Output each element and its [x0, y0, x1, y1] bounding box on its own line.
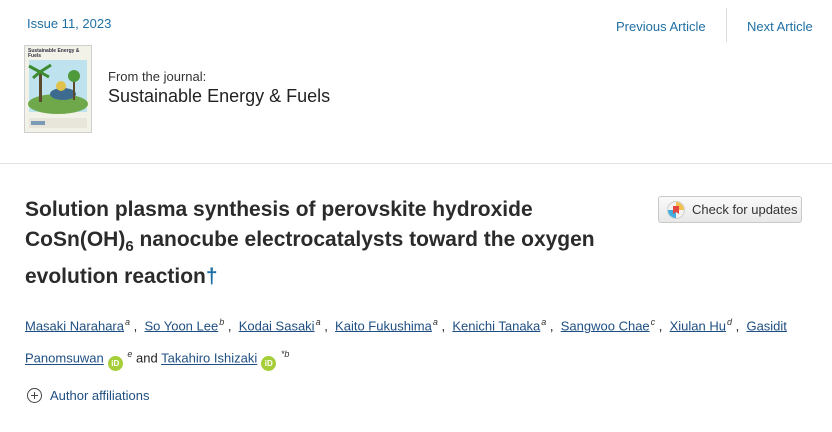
affiliation-marker: a: [541, 317, 547, 327]
plus-circle-icon: [27, 388, 42, 403]
journal-from-label: From the journal:: [108, 69, 207, 84]
header-divider: [0, 163, 832, 164]
and-word: and: [136, 350, 158, 366]
author-link[interactable]: Takahiro Ishizaki: [161, 351, 257, 366]
affiliation-marker: e: [127, 349, 133, 360]
orcid-icon[interactable]: iD: [107, 355, 123, 371]
previous-article-link[interactable]: Previous Article: [616, 19, 706, 34]
article-page: Issue 11, 2023 Previous Article Next Art…: [0, 0, 832, 432]
crossmark-icon: [667, 200, 685, 219]
author-affiliations-label: Author affiliations: [50, 388, 150, 403]
nav-separator: [726, 8, 727, 42]
author-link[interactable]: Sangwoo Chae: [561, 318, 650, 333]
affiliation-marker: b: [219, 317, 225, 327]
author-link[interactable]: Kodai Sasaki: [239, 318, 315, 333]
author-link[interactable]: Kenichi Tanaka: [452, 318, 540, 333]
article-title: Solution plasma synthesis of perovskite …: [25, 195, 635, 292]
author-link[interactable]: So Yoon Lee: [144, 318, 218, 333]
affiliation-marker: c: [650, 317, 656, 327]
affiliation-marker: a: [125, 317, 131, 327]
journal-cover-image[interactable]: Sustainable Energy & Fuels: [24, 45, 92, 133]
dagger-footnote-link[interactable]: †: [206, 265, 218, 288]
next-article-link[interactable]: Next Article: [747, 19, 813, 34]
title-subscript: 6: [125, 238, 134, 255]
top-bar: Issue 11, 2023 Previous Article Next Art…: [0, 0, 832, 48]
check-for-updates-label: Check for updates: [692, 202, 798, 217]
author-list: Masaki Naraharaa , So Yoon Leeb , Kodai …: [25, 308, 815, 373]
author-link[interactable]: Xiulan Hu: [670, 318, 726, 333]
affiliation-marker: d: [726, 317, 732, 327]
affiliation-marker: *b: [280, 349, 290, 360]
cover-title: Sustainable Energy & Fuels: [28, 48, 80, 59]
orcid-icon[interactable]: iD: [261, 355, 277, 371]
issue-link[interactable]: Issue 11, 2023: [27, 16, 111, 31]
author-affiliations-toggle[interactable]: Author affiliations: [27, 388, 150, 403]
affiliation-marker: a: [432, 317, 438, 327]
journal-name-link[interactable]: Sustainable Energy & Fuels: [108, 86, 330, 107]
author-link[interactable]: Kaito Fukushima: [335, 318, 432, 333]
check-for-updates-button[interactable]: Check for updates: [658, 196, 802, 223]
affiliation-marker: a: [315, 317, 321, 327]
author-link[interactable]: Masaki Narahara: [25, 318, 124, 333]
